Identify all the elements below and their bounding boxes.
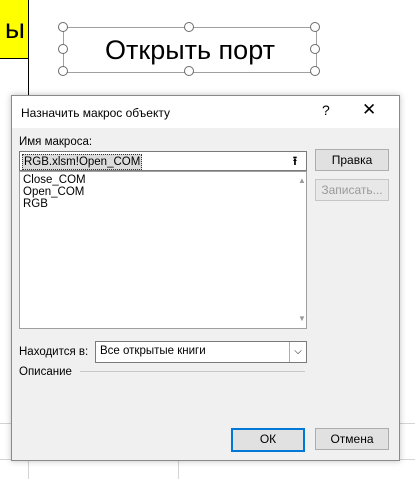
list-item[interactable]: RGB — [23, 198, 48, 210]
location-label: Находится в: — [19, 346, 89, 358]
dialog-titlebar[interactable]: Назначить макрос объекту ? ✕ — [12, 96, 399, 128]
description-divider — [80, 371, 305, 372]
ok-button[interactable]: ОК — [231, 428, 305, 452]
resize-handle[interactable] — [58, 22, 68, 32]
collapse-arrow-icon[interactable]: ⭱ — [286, 152, 304, 170]
chevron-down-icon[interactable]: ⌵ — [289, 342, 306, 362]
close-icon[interactable]: ✕ — [362, 100, 376, 120]
resize-handle[interactable] — [58, 44, 68, 54]
cancel-button[interactable]: Отмена — [315, 428, 389, 450]
macro-name-input[interactable]: RGB.xlsm!Open_COM — [19, 151, 307, 171]
scroll-up-icon[interactable]: ▲ — [297, 176, 307, 185]
list-item[interactable]: Close_COM — [23, 174, 86, 186]
grid-line — [178, 459, 179, 479]
location-select[interactable]: Все открытые книги ⌵ — [95, 341, 307, 363]
help-icon[interactable]: ? — [322, 102, 330, 118]
resize-handle[interactable] — [58, 66, 68, 76]
highlighted-cell[interactable]: ы — [0, 0, 29, 59]
cell-text: ы — [4, 13, 25, 44]
description-label: Описание — [19, 366, 72, 378]
edit-button[interactable]: Правка — [315, 149, 389, 171]
macro-name-value: RGB.xlsm!Open_COM — [22, 154, 143, 170]
cell-border — [28, 58, 29, 98]
list-item[interactable]: Open_COM — [23, 186, 84, 198]
assign-macro-dialog: Назначить макрос объекту ? ✕ Имя макроса… — [11, 95, 400, 461]
resize-handle[interactable] — [184, 22, 194, 32]
shape-label: Открыть порт — [105, 34, 275, 65]
resize-handle[interactable] — [310, 44, 320, 54]
scroll-down-icon[interactable]: ▼ — [297, 314, 307, 323]
macro-name-label: Имя макроса: — [19, 136, 93, 148]
record-button[interactable]: Записать... — [315, 179, 389, 201]
dialog-title: Назначить макрос объекту — [21, 106, 170, 120]
location-value: Все открытые книги — [100, 345, 206, 357]
resize-handle[interactable] — [310, 66, 320, 76]
macro-list[interactable]: Close_COM Open_COM RGB ▲ ▼ — [19, 171, 307, 329]
resize-handle[interactable] — [310, 22, 320, 32]
resize-handle[interactable] — [184, 66, 194, 76]
